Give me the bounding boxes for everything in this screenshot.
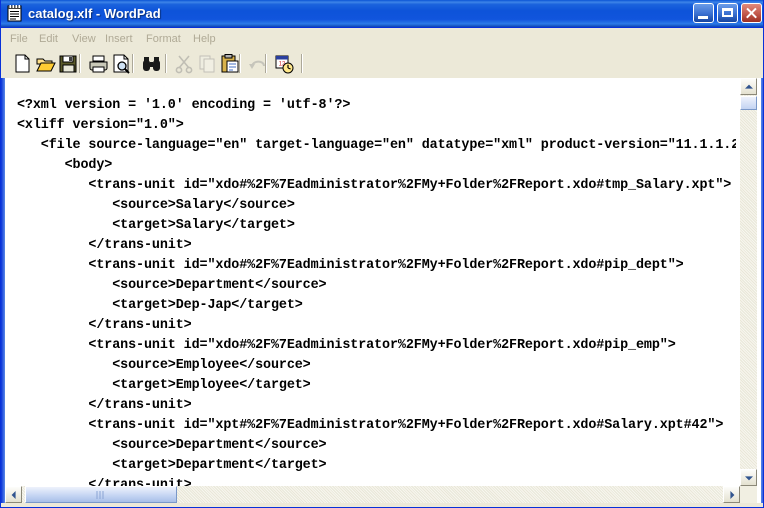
scroll-thumb-grip [96,491,106,499]
print-preview-button[interactable] [110,53,133,75]
maximize-button[interactable] [717,3,738,23]
document-text-area[interactable]: <?xml version = '1.0' encoding = 'utf-8'… [5,78,736,486]
chevron-left-icon [11,490,16,499]
horizontal-scroll-thumb[interactable] [25,486,177,503]
chevron-down-icon [744,475,753,480]
toolbar-separator [79,54,81,73]
find-binoculars-icon [143,57,160,71]
print-button[interactable] [87,53,110,75]
minimize-button[interactable] [693,3,714,23]
open-folder-icon [36,58,56,72]
copy-icon [199,55,215,73]
window-title: catalog.xlf - WordPad [28,6,161,21]
scroll-down-button[interactable] [740,469,757,486]
title-bar[interactable]: catalog.xlf - WordPad [1,0,763,28]
cut-scissors-icon [175,55,193,74]
copy-button[interactable] [196,53,219,75]
cut-button[interactable] [173,53,196,75]
new-icon [15,54,30,73]
find-button[interactable] [140,53,163,75]
toolbar-separator [265,54,267,73]
chevron-up-icon [744,84,753,89]
document-content[interactable]: <?xml version = '1.0' encoding = 'utf-8'… [17,96,736,486]
scroll-up-button[interactable] [740,78,757,95]
menu-edit[interactable]: Edit [36,31,61,47]
save-disk-icon [59,55,77,73]
print-preview-icon [113,54,130,74]
toolbar: 12 [1,50,763,78]
vertical-scroll-thumb[interactable] [740,96,757,110]
open-button[interactable] [34,53,57,75]
status-bar [1,503,763,507]
print-icon [89,55,108,73]
scroll-right-button[interactable] [723,486,740,503]
menu-help[interactable]: Help [190,31,219,47]
menu-bar: File Edit View Insert Format Help [1,28,763,50]
menu-insert[interactable]: Insert [102,31,136,47]
toolbar-separator [239,54,241,73]
menu-file[interactable]: File [7,31,31,47]
date-time-button[interactable]: 12 [273,53,296,75]
save-button[interactable] [57,53,80,75]
document-icon [7,5,22,22]
menu-view[interactable]: View [69,31,99,47]
new-button[interactable] [11,53,34,75]
wordpad-window: catalog.xlf - WordPad File Edit View Ins… [0,0,764,508]
close-button[interactable] [741,3,762,23]
toolbar-separator [165,54,167,73]
scroll-left-button[interactable] [5,486,22,503]
minimize-icon [698,16,708,19]
maximize-icon [722,8,733,17]
date-time-icon: 12 [275,55,294,74]
toolbar-separator [132,54,134,73]
vertical-scrollbar[interactable] [740,78,757,486]
horizontal-scrollbar[interactable] [5,486,757,503]
toolbar-separator [301,54,303,73]
client-area: <?xml version = '1.0' encoding = 'utf-8'… [5,78,761,503]
menu-format[interactable]: Format [143,31,184,47]
chevron-right-icon [729,490,734,499]
vertical-scroll-track[interactable] [740,95,757,469]
